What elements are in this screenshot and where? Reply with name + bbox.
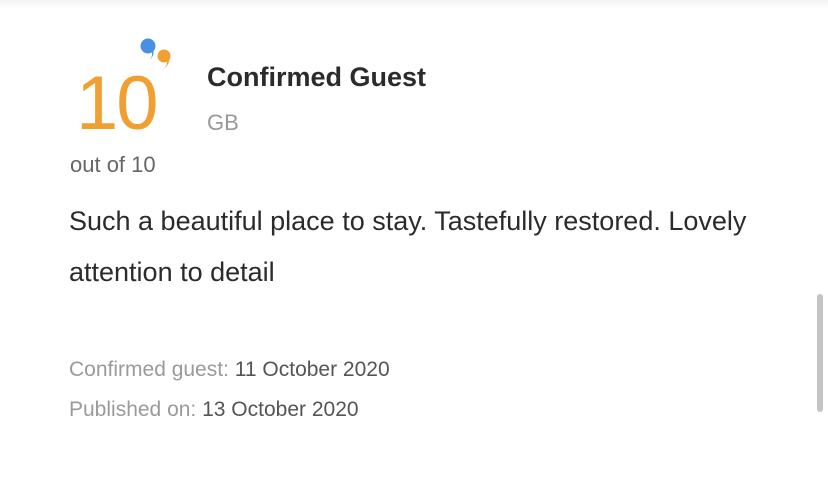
stay-date-line: Confirmed guest: 11 October 2020	[69, 358, 390, 382]
score-value: 10	[76, 61, 159, 146]
stay-date-label: Confirmed guest:	[69, 358, 229, 381]
reviewer-country: GB	[207, 110, 239, 135]
review-text: Such a beautiful place to stay. Tasteful…	[69, 206, 747, 287]
published-date-label: Published on:	[69, 398, 197, 421]
stay-date-value: 11 October 2020	[234, 358, 390, 381]
review-score: 10 out of 10	[62, 34, 192, 184]
top-edge-shadow	[0, 0, 828, 8]
published-date-line: Published on: 13 October 2020	[69, 398, 359, 422]
reviewer-name: Confirmed Guest	[207, 62, 427, 92]
published-date-value: 13 October 2020	[202, 398, 359, 421]
scrollbar-thumb[interactable]	[817, 294, 823, 412]
score-caption: out of 10	[70, 152, 156, 177]
